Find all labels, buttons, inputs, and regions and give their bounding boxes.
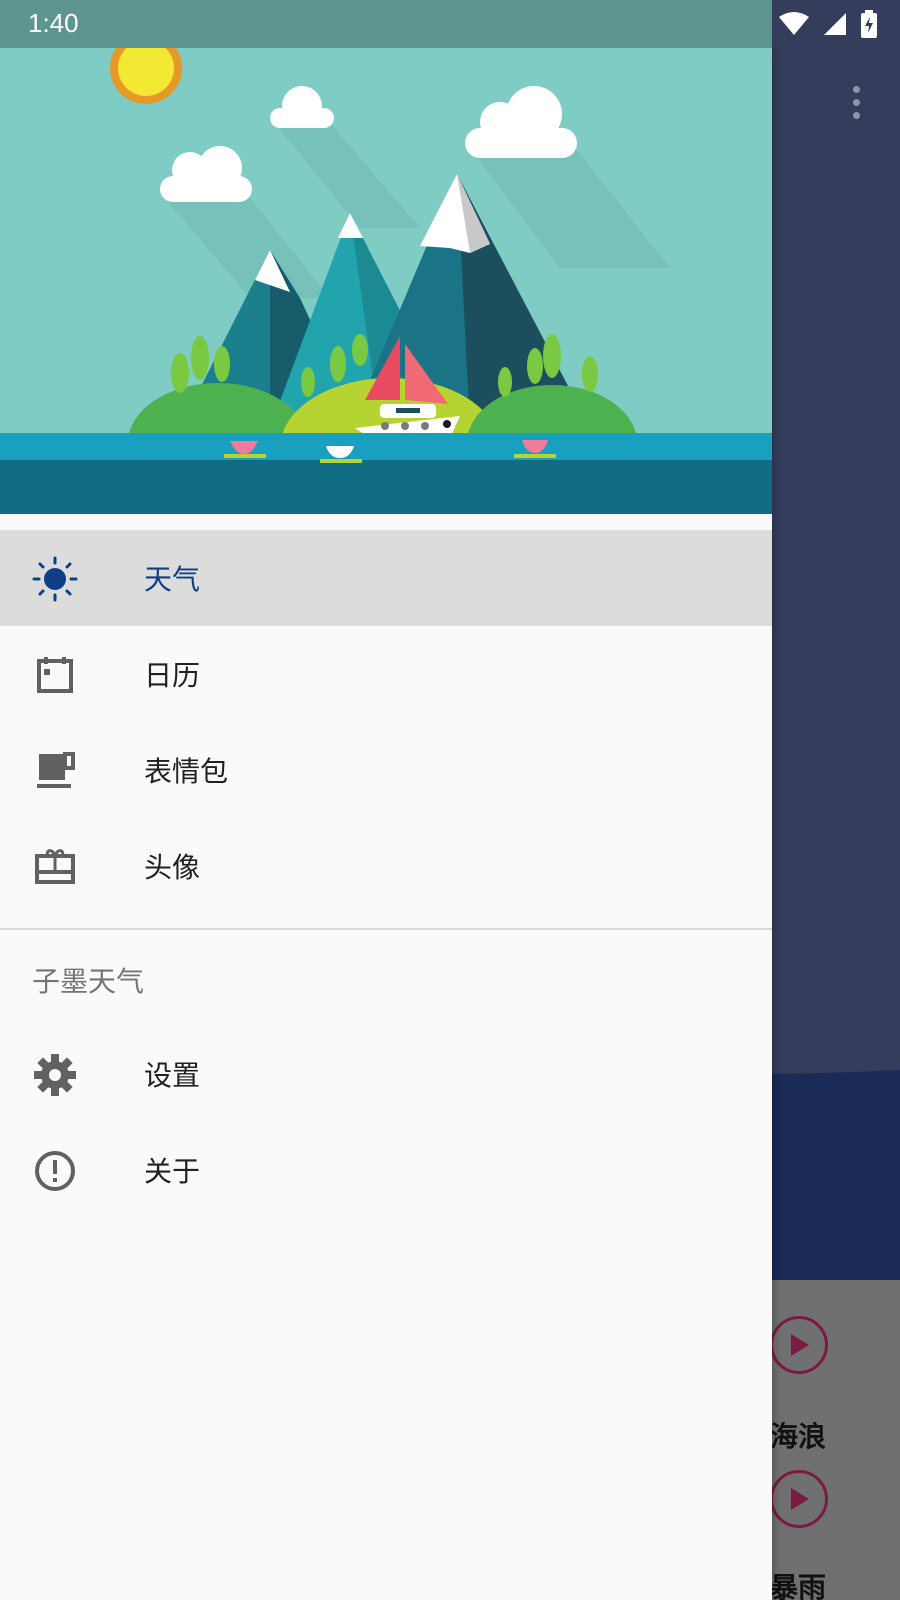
sound-label: 暴雨 bbox=[770, 1571, 827, 1600]
drawer-section-title: 子墨天气 bbox=[32, 965, 145, 998]
play-icon[interactable] bbox=[770, 1470, 828, 1528]
drawer-item-weather[interactable]: 天气 bbox=[0, 530, 772, 626]
navigation-drawer: 天气 日历 表情包 头像 子墨天气 设置 关于 bbox=[0, 48, 772, 1600]
drawer-item-calendar[interactable]: 日历 bbox=[0, 626, 772, 722]
info-icon bbox=[35, 1151, 75, 1191]
status-time: 1:40 bbox=[28, 8, 79, 38]
gear-icon bbox=[34, 1054, 76, 1096]
drawer-header-illustration bbox=[0, 48, 772, 514]
status-bar: 1:40 bbox=[0, 0, 900, 48]
gift-card-icon bbox=[35, 849, 75, 884]
drawer-item-label: 天气 bbox=[144, 563, 201, 596]
play-icon[interactable] bbox=[770, 1316, 828, 1374]
more-options-icon[interactable] bbox=[846, 86, 866, 126]
drawer-item-label: 日历 bbox=[144, 659, 201, 692]
coffee-icon bbox=[37, 752, 75, 788]
drawer-item-label: 设置 bbox=[144, 1059, 201, 1092]
drawer-item-avatar[interactable]: 头像 bbox=[0, 818, 772, 914]
landscape-illustration bbox=[0, 48, 772, 514]
battery-icon bbox=[861, 10, 877, 38]
screen: 海浪 暴雨 1:40 天气 日历 表情包 头像 子墨天气 设置 关于 bbox=[0, 0, 900, 1600]
drawer-item-settings[interactable]: 设置 bbox=[0, 1026, 772, 1122]
cell-signal-icon bbox=[824, 13, 846, 35]
wifi-icon bbox=[779, 12, 809, 35]
drawer-item-about[interactable]: 关于 bbox=[0, 1122, 772, 1218]
calendar-icon bbox=[37, 657, 73, 693]
sound-label: 海浪 bbox=[770, 1420, 827, 1453]
sun-icon bbox=[32, 556, 78, 602]
drawer-item-stickers[interactable]: 表情包 bbox=[0, 722, 772, 818]
drawer-section-header: 子墨天气 bbox=[0, 930, 772, 1026]
drawer-item-label: 关于 bbox=[144, 1155, 201, 1188]
drawer-item-label: 头像 bbox=[144, 851, 201, 884]
drawer-item-label: 表情包 bbox=[144, 755, 229, 788]
